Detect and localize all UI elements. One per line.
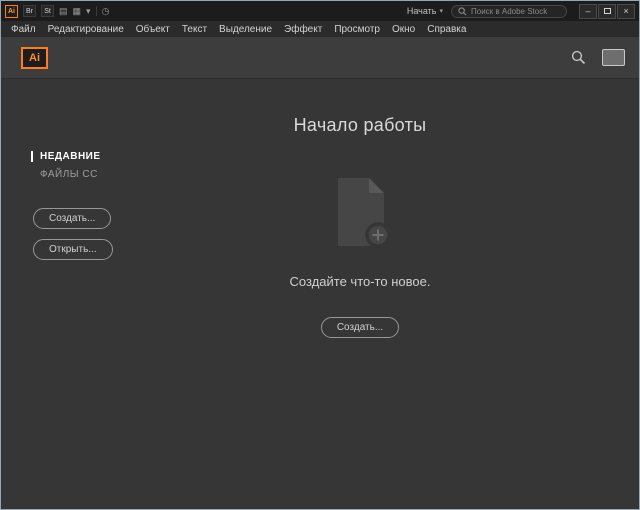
search-icon[interactable] bbox=[571, 50, 586, 65]
workspace-reset-icon[interactable]: ◷ bbox=[102, 7, 110, 16]
window-controls: – × bbox=[579, 4, 635, 19]
menu-item-edit[interactable]: Редактирование bbox=[42, 24, 130, 35]
titlebar-divider bbox=[96, 6, 97, 16]
page-title: Начало работы bbox=[294, 115, 427, 136]
menu-item-select[interactable]: Выделение bbox=[213, 24, 278, 35]
menu-item-file[interactable]: Файл bbox=[5, 24, 42, 35]
app-icon: Ai bbox=[5, 5, 18, 18]
illustrator-window: Ai Br St ▤ ▦ ▾ ◷ Начать ▾ – × bbox=[0, 0, 640, 510]
chevron-down-icon[interactable]: ▾ bbox=[86, 7, 91, 16]
menu-item-object[interactable]: Объект bbox=[130, 24, 176, 35]
illustrator-logo: Ai bbox=[21, 47, 48, 69]
new-document-icon bbox=[331, 176, 389, 248]
stock-search-field[interactable] bbox=[451, 5, 567, 18]
menu-item-effect[interactable]: Эффект bbox=[278, 24, 328, 35]
titlebar: Ai Br St ▤ ▦ ▾ ◷ Начать ▾ – × bbox=[1, 1, 639, 21]
start-dropdown-label: Начать bbox=[407, 6, 437, 16]
empty-state-message: Создайте что-то новое. bbox=[290, 274, 431, 289]
arrange-documents-icon[interactable]: ▦ bbox=[73, 7, 82, 16]
search-icon bbox=[458, 7, 467, 16]
sidebar-item-cc-files[interactable]: ФАЙЛЫ CC bbox=[31, 169, 113, 180]
menubar: Файл Редактирование Объект Текст Выделен… bbox=[1, 21, 639, 37]
menu-item-help[interactable]: Справка bbox=[421, 24, 472, 35]
maximize-button[interactable] bbox=[598, 4, 616, 19]
create-button[interactable]: Создать... bbox=[33, 208, 111, 229]
sidebar-item-recent[interactable]: НЕДАВНИЕ bbox=[31, 151, 113, 162]
menu-item-window[interactable]: Окно bbox=[386, 24, 421, 35]
minimize-button[interactable]: – bbox=[579, 4, 597, 19]
profile-button[interactable] bbox=[602, 49, 625, 66]
stock-badge[interactable]: St bbox=[41, 5, 54, 17]
start-dropdown[interactable]: Начать ▾ bbox=[407, 6, 443, 16]
appbar: Ai bbox=[1, 37, 639, 79]
welcome-sidebar: НЕДАВНИЕ ФАЙЛЫ CC Создать... Открыть... bbox=[31, 151, 113, 260]
stock-search-input[interactable] bbox=[471, 7, 560, 16]
app-menu-icon[interactable]: ▤ bbox=[59, 7, 68, 16]
open-button[interactable]: Открыть... bbox=[33, 239, 113, 260]
welcome-screen: НЕДАВНИЕ ФАЙЛЫ CC Создать... Открыть... … bbox=[1, 79, 639, 509]
chevron-down-icon: ▾ bbox=[439, 7, 443, 15]
menu-item-view[interactable]: Просмотр bbox=[328, 24, 386, 35]
close-button[interactable]: × bbox=[617, 4, 635, 19]
menu-item-type[interactable]: Текст bbox=[176, 24, 213, 35]
bridge-badge[interactable]: Br bbox=[23, 5, 36, 17]
maximize-icon bbox=[604, 8, 611, 14]
welcome-main: Начало работы Создайте что-то новое. Соз… bbox=[141, 79, 579, 338]
create-new-button[interactable]: Создать... bbox=[321, 317, 399, 338]
